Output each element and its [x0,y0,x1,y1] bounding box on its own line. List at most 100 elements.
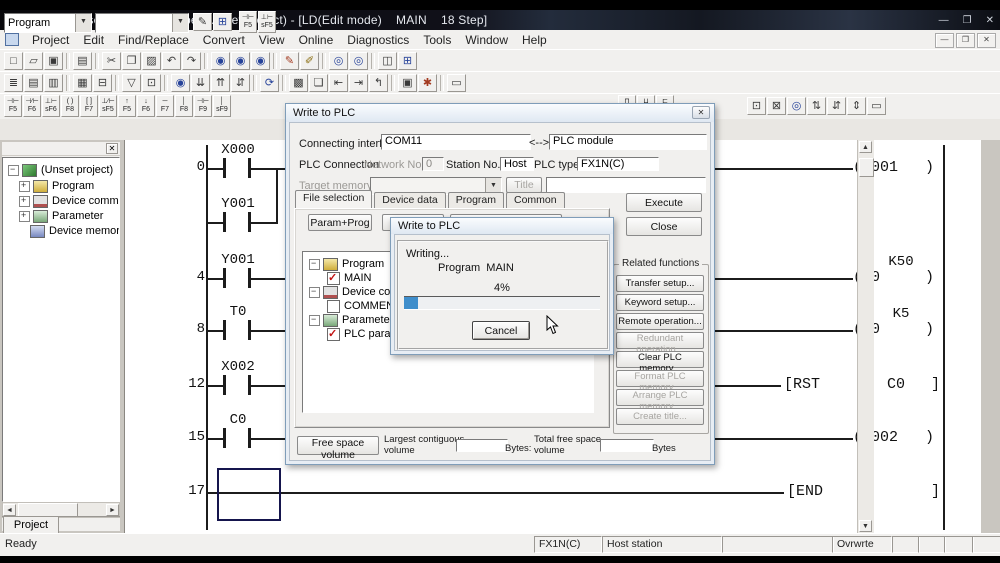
chevron-down-icon[interactable]: ▼ [75,14,91,32]
copy-icon[interactable]: ❐ [122,52,141,70]
cut-icon[interactable]: ✂ [102,52,121,70]
contact[interactable] [223,375,251,395]
closed-contact-icon[interactable]: ⊣∕⊢F6 [23,95,41,117]
tab-program[interactable]: Program [448,192,504,209]
station-no-field[interactable]: Host [500,157,534,171]
guidance-icon[interactable]: ✱ [418,74,437,92]
close-icon[interactable]: ✕ [692,106,710,119]
tree-item-parameter[interactable]: Parameter [309,313,393,327]
parallel-closed-icon[interactable]: ⊥∕⊢sF5 [99,95,117,117]
expand-icon[interactable] [19,211,30,222]
vertical-scrollbar[interactable]: ▲ ▼ [857,140,874,533]
project-panel-header[interactable]: ✕ [2,142,120,156]
chevron-down-icon[interactable]: ▼ [172,14,188,32]
transfer-setup-button[interactable]: Transfer setup... [616,275,704,292]
execute-button[interactable]: Execute [626,193,702,212]
tab-device-data[interactable]: Device data [374,192,445,209]
expand-icon[interactable] [19,181,30,192]
separator[interactable] [66,75,70,91]
find-prev-icon[interactable]: ⇈ [211,74,230,92]
statement-display-icon[interactable]: ▥ [44,74,63,92]
dialog-title-bar[interactable]: Write to PLC [286,104,714,122]
contact[interactable] [223,428,251,448]
tree-item-program[interactable]: Program [309,257,384,271]
documentation-edit-icon[interactable]: ✐ [300,52,319,70]
comment-display-icon[interactable]: ▤ [24,74,43,92]
zoom-in-icon[interactable]: ◎ [329,52,348,70]
tree-item-device-comment[interactable]: Device commen [19,194,120,208]
edit-cursor-cell[interactable] [217,468,281,521]
contact[interactable] [223,268,251,288]
separator[interactable] [95,53,99,69]
menu-item[interactable]: Online [292,32,341,48]
format-plc-memory-button[interactable]: Format PLC memory... [616,370,704,387]
separator[interactable] [115,75,119,91]
mdi-close-icon[interactable]: ✕ [977,33,996,48]
collapse-icon[interactable] [309,287,320,298]
align-middle-icon[interactable]: ⇵ [827,97,846,115]
separator[interactable] [273,53,277,69]
new-project-icon[interactable]: □ [4,52,23,70]
falling-pulse-icon[interactable]: ↓F6 [137,95,155,117]
align-top-icon[interactable]: ⇅ [807,97,826,115]
vertical-line-icon[interactable]: │F8 [175,95,193,117]
separator[interactable] [391,75,395,91]
parallel-contact-icon[interactable]: ⊥⊢sF6 [42,95,60,117]
close-icon[interactable]: ✕ [106,143,118,154]
separator[interactable] [66,53,70,69]
new-window-icon[interactable]: ✎ [193,13,212,31]
close-button[interactable]: Close [626,217,702,236]
tile-windows-icon[interactable]: ◫ [378,52,397,70]
rising-pulse-icon[interactable]: ↑F5 [118,95,136,117]
scroll-down-icon[interactable]: ▼ [859,520,872,532]
undo-icon[interactable]: ↶ [162,52,181,70]
jump-icon[interactable]: ↰ [369,74,388,92]
find-device-icon[interactable]: ◉ [211,52,230,70]
scroll-up-icon[interactable]: ▲ [859,141,872,153]
delete-vline-icon[interactable]: │sF9 [213,95,231,117]
device-monitor-icon[interactable]: ▽ [122,74,141,92]
note-display-icon[interactable]: ▦ [73,74,92,92]
write-mode-icon[interactable]: ⊠ [767,97,786,115]
tree-item-plc-param[interactable]: PLC param [327,327,400,341]
menu-item[interactable]: Tools [416,32,458,48]
title-button[interactable]: Title [506,177,542,193]
redundant-operation-button[interactable]: Redundant operation... [616,332,704,349]
close-icon[interactable]: ✕ [986,15,994,26]
scroll-left-icon[interactable]: ◄ [3,504,16,516]
find-string-icon[interactable]: ◉ [251,52,270,70]
menu-item[interactable]: Help [515,32,554,48]
tab-file-selection[interactable]: File selection [295,190,372,209]
instruction[interactable]: [RST [784,376,820,393]
coil-icon[interactable]: ( )F8 [61,95,79,117]
program-display-icon[interactable]: ≣ [4,74,23,92]
tree-item-main[interactable]: MAIN [327,271,372,285]
comment-format-icon[interactable]: ▭ [867,97,886,115]
redo-icon[interactable]: ↷ [182,52,201,70]
scrollbar-thumb[interactable] [18,503,78,517]
project-data-icon[interactable]: ⊞ [398,52,417,70]
checkbox-checked-icon[interactable] [327,328,340,341]
find-next-icon[interactable]: ⇊ [191,74,210,92]
help-window-icon[interactable]: ▭ [447,74,466,92]
minimize-icon[interactable]: — [939,15,949,26]
delete-row-icon[interactable]: ⇥ [349,74,368,92]
separator[interactable] [282,75,286,91]
entry-monitor-icon[interactable]: ⊡ [142,74,161,92]
plc-module-field[interactable]: PLC module [549,134,707,150]
zoom-out-icon[interactable]: ◎ [349,52,368,70]
separator[interactable] [204,53,208,69]
checkbox-unchecked-icon[interactable] [327,300,340,313]
collapse-icon[interactable] [309,315,320,326]
checkbox-checked-icon[interactable] [327,272,340,285]
contact[interactable] [223,158,251,178]
tree-root[interactable]: (Unset project) [8,163,113,177]
tab-common[interactable]: Common [506,192,565,209]
clear-plc-memory-button[interactable]: Clear PLC memory... [616,351,704,368]
free-space-volume-button[interactable]: Free space volume [297,436,379,455]
alias-display-icon[interactable]: ⊟ [93,74,112,92]
print-preview-icon[interactable]: ▣ [398,74,417,92]
separator[interactable] [440,75,444,91]
device-label-combobox[interactable]: ▼ [95,13,189,33]
menu-item[interactable]: Diagnostics [340,32,416,48]
